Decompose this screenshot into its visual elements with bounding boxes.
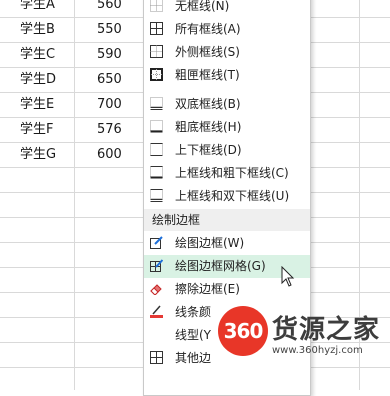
score-cell[interactable]: 590: [97, 42, 122, 67]
mouse-cursor-icon: [281, 266, 295, 287]
thick-bottom-border-icon: [150, 120, 163, 133]
menu-item-label: 线条颜: [175, 305, 212, 319]
menu-item-label: 外侧框线(S): [175, 45, 240, 59]
score-cell[interactable]: 600: [97, 142, 122, 167]
menu-item-label: 线型(Y: [175, 328, 212, 342]
student-name-cell[interactable]: 学生D: [20, 67, 56, 92]
student-name-cell[interactable]: 学生G: [20, 142, 56, 167]
score-cell[interactable]: 700: [97, 92, 122, 117]
top-thick-bottom-border-icon: [150, 166, 163, 179]
menu-item-label: 绘图边框网格(G): [175, 259, 266, 273]
student-name-cell[interactable]: 学生B: [20, 17, 55, 42]
draw-border-grid-icon: [150, 259, 163, 272]
top-double-bottom-border-icon: [150, 189, 163, 202]
draw-border-icon: [150, 236, 163, 249]
score-cell[interactable]: 560: [97, 0, 122, 17]
menu-item-label: 上框线和粗下框线(C): [175, 166, 289, 180]
watermark-title: 货源之家: [272, 315, 381, 345]
top-bottom-border-icon: [150, 143, 163, 156]
menu-item-no-border[interactable]: 无框线(N): [144, 0, 310, 18]
thick-box-border-icon: [150, 68, 163, 81]
menu-item-label: 双底框线(B): [175, 97, 241, 111]
grid-column-line: [74, 0, 75, 390]
eraser-icon: [150, 284, 162, 295]
menu-item-double-bottom-border[interactable]: 双底框线(B): [144, 93, 310, 116]
student-name-cell[interactable]: 学生E: [20, 92, 54, 117]
menu-item-label: 其他边: [175, 351, 212, 365]
menu-item-draw-border[interactable]: 绘图边框(W): [144, 232, 310, 255]
menu-item-top-double-bottom-border[interactable]: 上框线和双下框线(U): [144, 185, 310, 208]
line-color-icon: [150, 305, 163, 318]
double-bottom-border-icon: [150, 97, 163, 110]
menu-item-label: 粗匣框线(T): [175, 68, 240, 82]
section-label: 绘制边框: [152, 213, 201, 227]
menu-item-all-borders[interactable]: 所有框线(A): [144, 18, 310, 41]
score-cell[interactable]: 550: [97, 17, 122, 42]
menu-item-label: 所有框线(A): [175, 22, 241, 36]
menu-item-top-bottom-border[interactable]: 上下框线(D): [144, 139, 310, 162]
student-name-cell[interactable]: 学生C: [20, 42, 55, 67]
menu-item-label: 绘图边框(W): [175, 236, 245, 250]
score-cell[interactable]: 576: [97, 117, 122, 142]
menu-item-label: 上框线和双下框线(U): [175, 189, 290, 203]
draw-borders-section-header: 绘制边框: [144, 209, 310, 231]
menu-item-label: 粗底框线(H): [175, 120, 242, 134]
student-name-cell[interactable]: 学生F: [20, 117, 53, 142]
watermark-url: www.360hyzj.com: [272, 345, 363, 356]
menu-item-outside-borders[interactable]: 外侧框线(S): [144, 41, 310, 64]
menu-item-top-thick-bottom-border[interactable]: 上框线和粗下框线(C): [144, 162, 310, 185]
watermark-logo-text: 360: [223, 319, 264, 343]
student-name-cell[interactable]: 学生A: [20, 0, 55, 17]
menu-item-label: 无框线(N): [175, 0, 230, 13]
menu-item-thick-box-border[interactable]: 粗匣框线(T): [144, 64, 310, 87]
more-borders-icon: [150, 351, 163, 364]
score-cell[interactable]: 650: [97, 67, 122, 92]
menu-item-label: 上下框线(D): [175, 143, 242, 157]
no-border-icon: [150, 0, 163, 12]
outside-borders-icon: [150, 45, 163, 58]
all-borders-icon: [150, 22, 163, 35]
menu-item-label: 擦除边框(E): [175, 282, 240, 296]
menu-item-thick-bottom-border[interactable]: 粗底框线(H): [144, 116, 310, 139]
